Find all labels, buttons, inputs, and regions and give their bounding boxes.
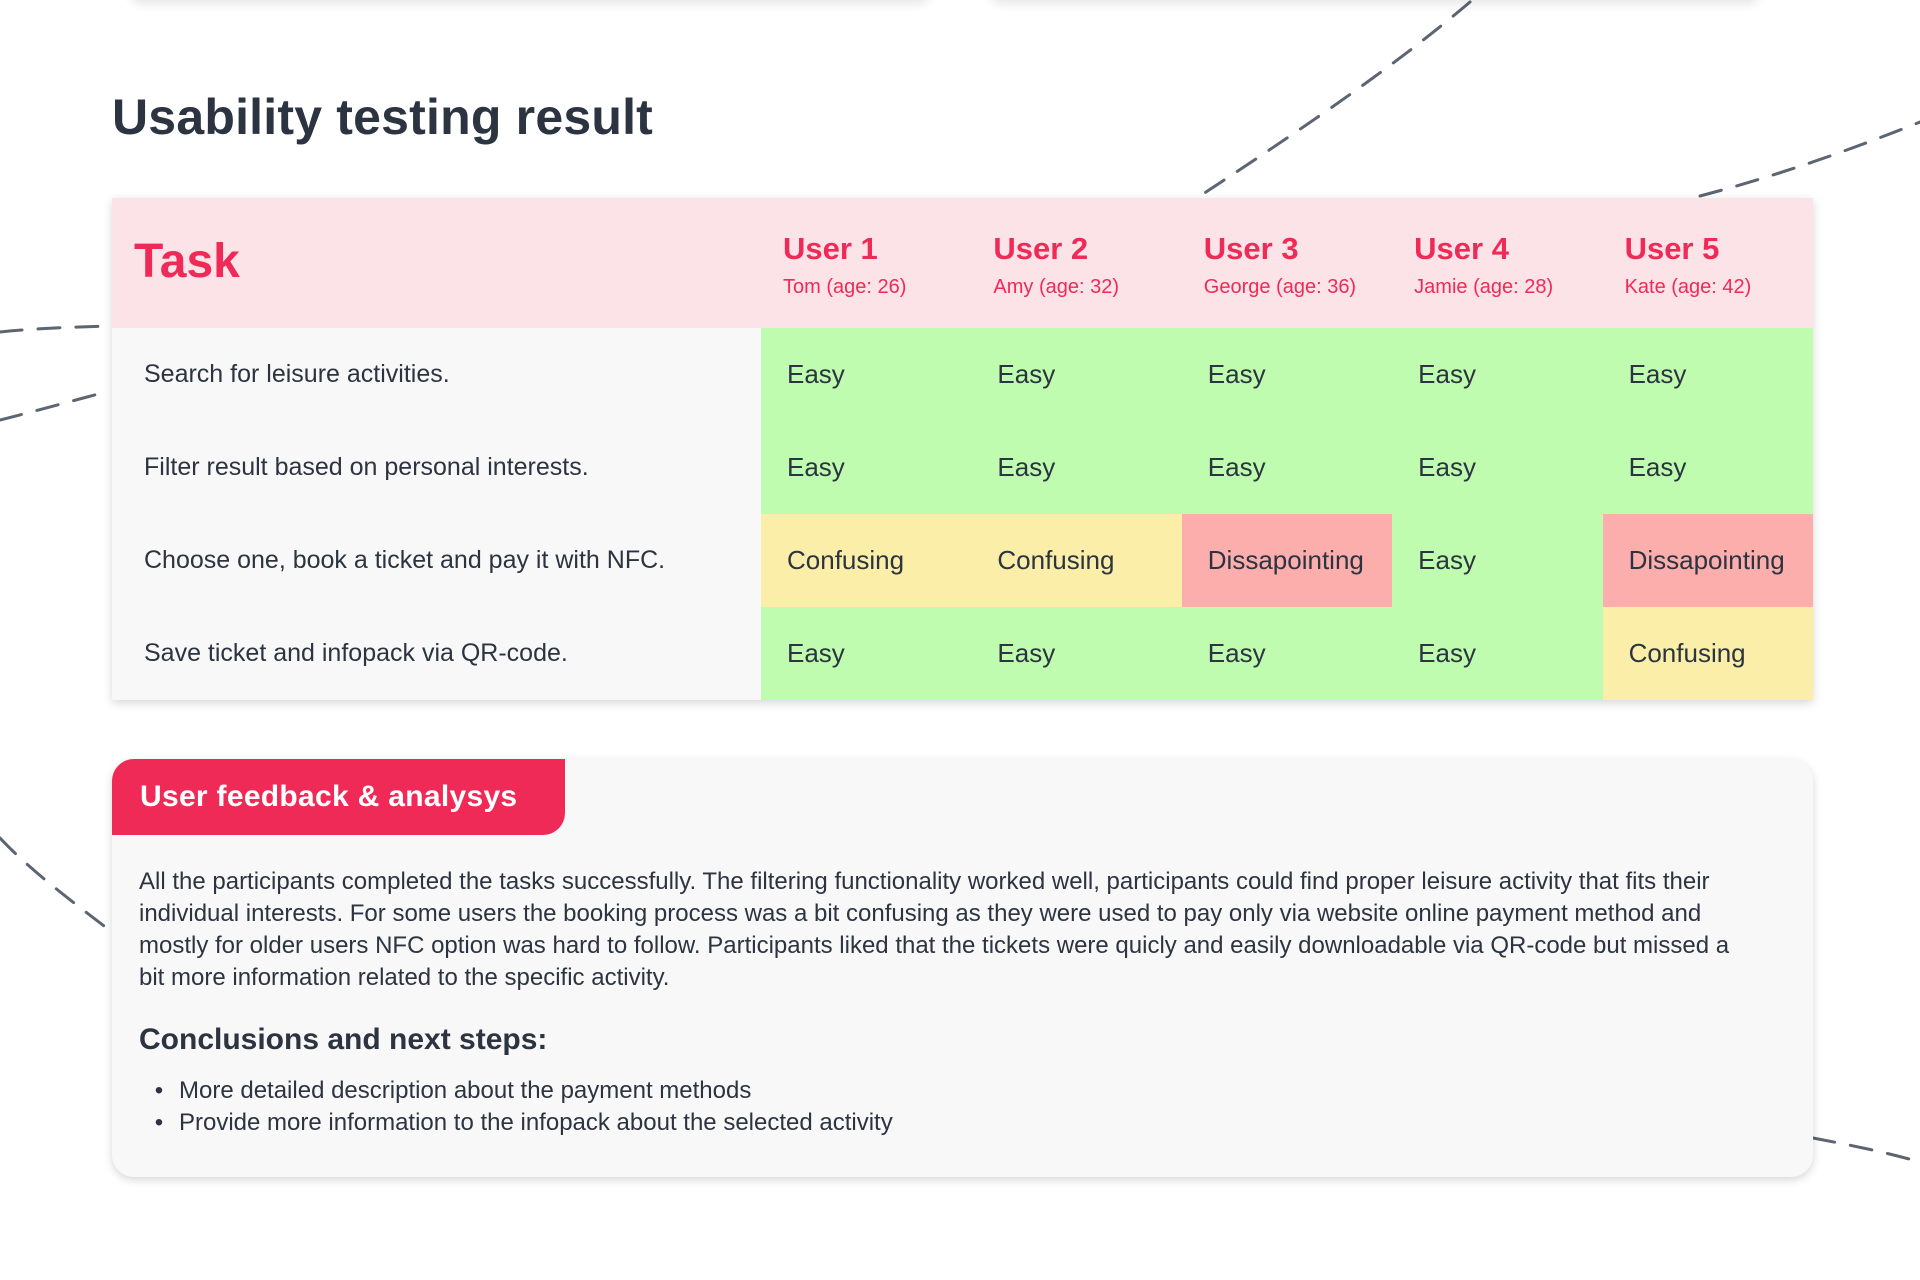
result-cell: Easy <box>1181 328 1393 421</box>
result-cell: Confusing <box>761 514 972 607</box>
table-row: Filter result based on personal interest… <box>112 421 1813 514</box>
result-cell: Dissapointing <box>1602 514 1813 607</box>
conclusions-heading: Conclusions and next steps: <box>139 1023 548 1056</box>
user-name: User 4 <box>1414 231 1509 266</box>
result-cell: Confusing <box>971 514 1182 607</box>
task-label: Filter result based on personal interest… <box>112 421 761 514</box>
result-cell: Easy <box>1392 328 1603 421</box>
bullet-icon: • <box>154 1077 164 1104</box>
task-label: Search for leisure activities. <box>112 328 761 421</box>
next-steps-list: • More detailed description about the pa… <box>139 1075 893 1139</box>
task-label: Save ticket and infopack via QR-code. <box>112 607 761 700</box>
result-cell: Easy <box>761 328 972 421</box>
result-cell: Easy <box>1392 514 1603 607</box>
user-details: Tom (age: 26) <box>783 276 907 298</box>
feedback-tab-label: User feedback & analysys <box>112 759 565 835</box>
user-name: User 3 <box>1203 231 1299 266</box>
curve-bottom-right <box>1811 1136 1920 1164</box>
curve-left-upper <box>0 324 112 334</box>
result-cell: Easy <box>971 607 1182 700</box>
user-column-header: User 4 Jamie (age: 28) <box>1392 198 1602 328</box>
curve-right <box>1698 120 1920 198</box>
user-name: User 2 <box>993 231 1089 266</box>
result-cell: Easy <box>1602 328 1813 421</box>
task-column-header: Task <box>134 235 240 288</box>
result-cell: Easy <box>1181 421 1393 514</box>
table-row: Choose one, book a ticket and pay it wit… <box>112 514 1813 607</box>
user-name: User 1 <box>783 231 878 266</box>
page-title: Usability testing result <box>112 89 654 145</box>
user-details: George (age: 36) <box>1203 276 1357 298</box>
list-item: • Provide more information to the infopa… <box>139 1107 893 1139</box>
step-text: Provide more information to the infopack… <box>179 1109 893 1136</box>
feedback-card: User feedback & analysys All the partici… <box>112 759 1813 1177</box>
user-column-header: User 3 George (age: 36) <box>1182 198 1392 328</box>
result-cell: Easy <box>1392 421 1603 514</box>
result-cell: Easy <box>761 421 972 514</box>
result-cell: Confusing <box>1602 607 1813 700</box>
table-row: Search for leisure activities. Easy Easy… <box>112 328 1813 421</box>
user-details: Kate (age: 42) <box>1624 276 1752 298</box>
curve-left-middle <box>0 389 112 422</box>
table-row: Save ticket and infopack via QR-code. Ea… <box>112 607 1813 700</box>
result-cell: Easy <box>1602 421 1813 514</box>
step-text: More detailed description about the paym… <box>179 1077 752 1104</box>
task-label: Choose one, book a ticket and pay it wit… <box>112 514 761 607</box>
usability-results-table: Task User 1 Tom (age: 26) User 2 Amy (ag… <box>112 198 1813 700</box>
user-details: Jamie (age: 28) <box>1414 276 1554 298</box>
user-column-header: User 2 Amy (age: 32) <box>971 198 1181 328</box>
result-cell: Easy <box>971 328 1182 421</box>
curve-left-lower <box>0 836 114 934</box>
user-details: Amy (age: 32) <box>993 276 1119 298</box>
result-cell: Easy <box>1392 607 1603 700</box>
user-name: User 5 <box>1624 231 1720 266</box>
table-header-row: Task User 1 Tom (age: 26) User 2 Amy (ag… <box>112 198 1813 328</box>
result-cell: Dissapointing <box>1181 514 1393 607</box>
list-item: • More detailed description about the pa… <box>139 1075 893 1107</box>
result-cell: Easy <box>971 421 1182 514</box>
result-cell: Easy <box>1181 607 1393 700</box>
user-column-header: User 5 Kate (age: 42) <box>1603 198 1813 328</box>
result-cell: Easy <box>761 607 972 700</box>
user-column-header: User 1 Tom (age: 26) <box>761 198 971 328</box>
bullet-icon: • <box>154 1109 164 1136</box>
curve-top-right <box>1198 0 1472 198</box>
feedback-paragraph: All the participants completed the tasks… <box>139 868 1730 991</box>
